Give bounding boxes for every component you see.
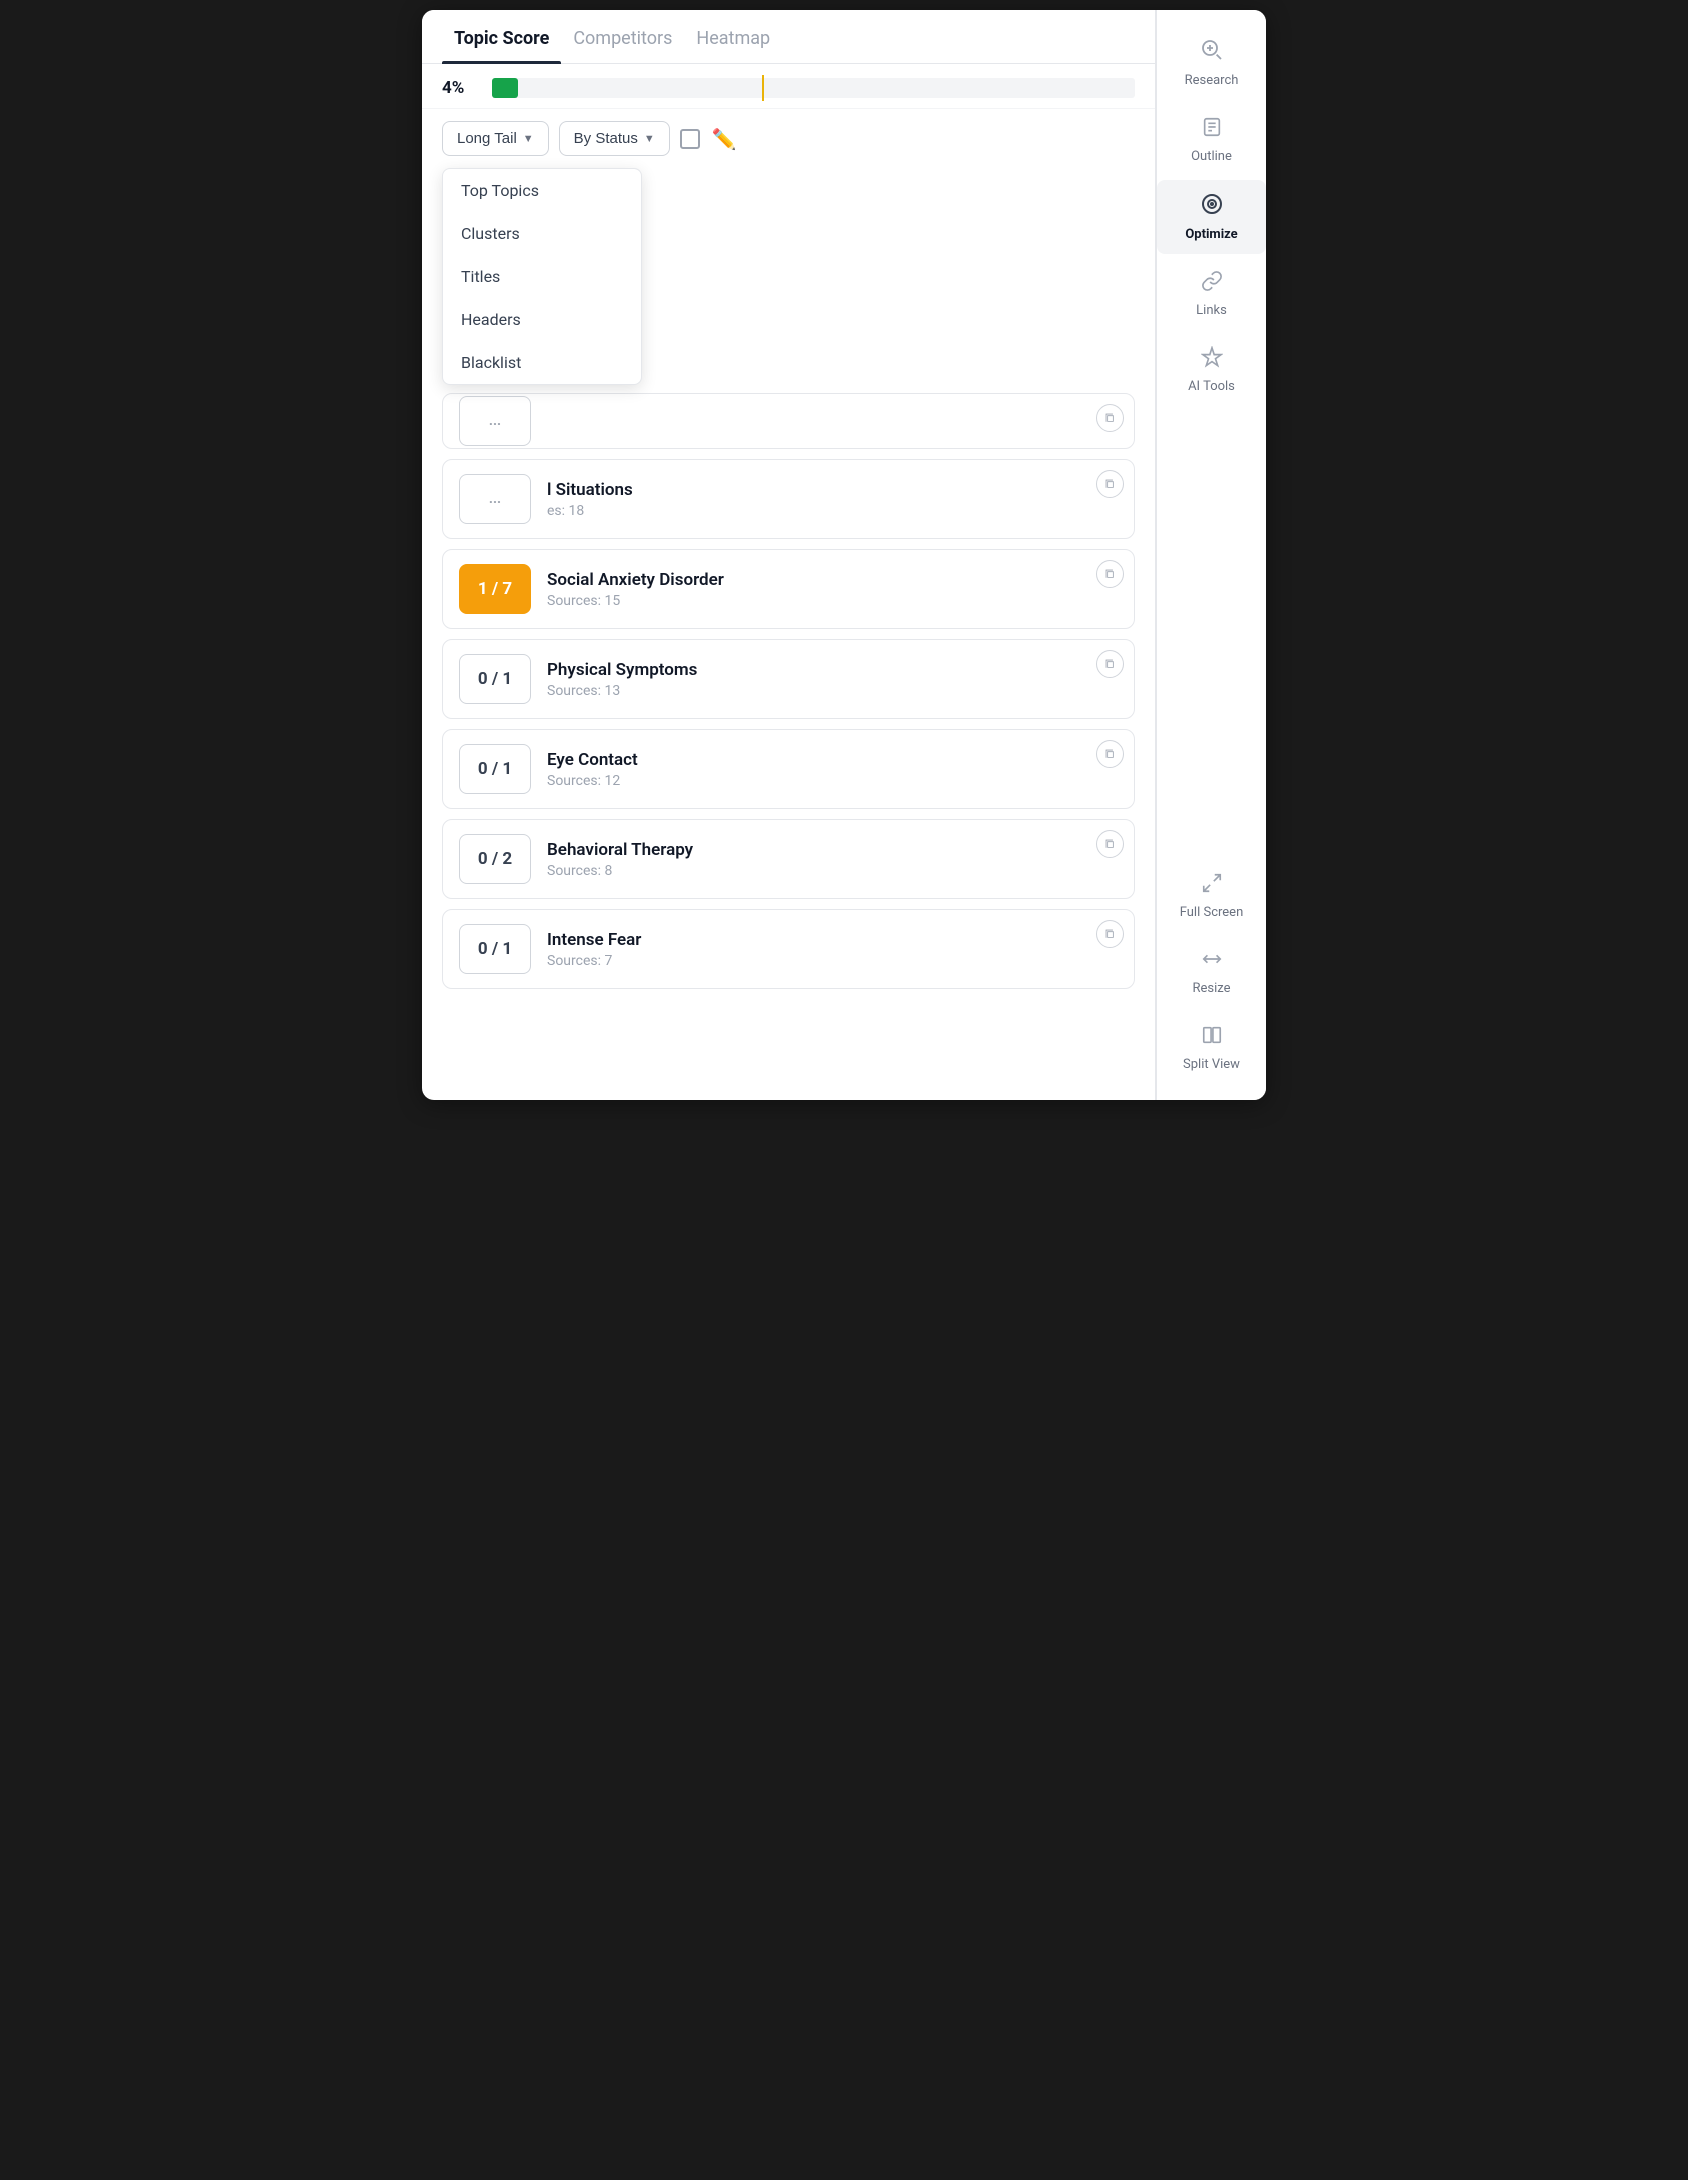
sidebar-item-full-screen[interactable]: Full Screen xyxy=(1157,860,1266,932)
score-badge: ... xyxy=(459,396,531,446)
topic-card-social-anxiety: 1 / 7 Social Anxiety Disorder Sources: 1… xyxy=(442,549,1135,629)
copy-button[interactable] xyxy=(1096,470,1124,498)
copy-button[interactable] xyxy=(1096,560,1124,588)
topic-card-physical-symptoms: 0 / 1 Physical Symptoms Sources: 13 xyxy=(442,639,1135,719)
progress-marker xyxy=(762,75,764,101)
progress-row: 4% xyxy=(442,78,1135,98)
checkbox-icon[interactable] xyxy=(680,129,700,149)
topic-sources: Sources: 12 xyxy=(547,773,1118,789)
sidebar-label-research: Research xyxy=(1185,73,1239,88)
menu-item-clusters[interactable]: Clusters xyxy=(443,212,641,255)
progress-section: 4% xyxy=(422,64,1155,109)
topic-sources: Sources: 13 xyxy=(547,683,1118,699)
research-icon xyxy=(1200,38,1224,68)
outline-icon xyxy=(1201,116,1223,144)
topic-info: Physical Symptoms Sources: 13 xyxy=(547,660,1118,699)
topic-card-behavioral-therapy: 0 / 2 Behavioral Therapy Sources: 8 xyxy=(442,819,1135,899)
topic-title: Social Anxiety Disorder xyxy=(547,570,1118,590)
topic-sources: Sources: 7 xyxy=(547,953,1118,969)
tab-competitors[interactable]: Competitors xyxy=(561,10,684,63)
topic-title: Intense Fear xyxy=(547,930,1118,950)
app-container: Topic Score Competitors Heatmap 4% Long … xyxy=(422,10,1266,1100)
topic-info: Intense Fear Sources: 7 xyxy=(547,930,1118,969)
topics-list: ... ... l Situations es: 18 xyxy=(422,385,1155,1100)
sidebar-item-links[interactable]: Links xyxy=(1157,258,1266,330)
copy-button[interactable] xyxy=(1096,404,1124,432)
optimize-icon xyxy=(1200,192,1224,222)
topic-info: l Situations es: 18 xyxy=(547,480,1118,519)
topic-card-intense-fear: 0 / 1 Intense Fear Sources: 7 xyxy=(442,909,1135,989)
topic-card-1: ... xyxy=(442,393,1135,449)
sidebar: Research Outline xyxy=(1156,10,1266,1100)
progress-bar-wrap xyxy=(492,78,1135,98)
copy-button[interactable] xyxy=(1096,830,1124,858)
score-badge-neutral: 0 / 1 xyxy=(459,924,531,974)
score-badge-neutral: 0 / 1 xyxy=(459,744,531,794)
score-badge-neutral: 0 / 1 xyxy=(459,654,531,704)
copy-button[interactable] xyxy=(1096,740,1124,768)
sidebar-item-optimize[interactable]: Optimize xyxy=(1157,180,1266,254)
chevron-down-icon: ▼ xyxy=(644,133,655,145)
menu-item-titles[interactable]: Titles xyxy=(443,255,641,298)
resize-icon xyxy=(1201,948,1223,976)
sidebar-label-resize: Resize xyxy=(1192,981,1230,996)
sidebar-label-links: Links xyxy=(1196,303,1227,318)
progress-bar-fill xyxy=(492,78,518,98)
sidebar-label-ai-tools: AI Tools xyxy=(1188,379,1235,394)
topic-sources: Sources: 8 xyxy=(547,863,1118,879)
topic-info: Behavioral Therapy Sources: 8 xyxy=(547,840,1118,879)
score-badge-neutral: 0 / 2 xyxy=(459,834,531,884)
links-icon xyxy=(1201,270,1223,298)
copy-button[interactable] xyxy=(1096,920,1124,948)
menu-item-top-topics[interactable]: Top Topics xyxy=(443,169,641,212)
topic-title: Behavioral Therapy xyxy=(547,840,1118,860)
menu-item-headers[interactable]: Headers xyxy=(443,298,641,341)
dropdown-menu: Top Topics Clusters Titles Headers Black… xyxy=(442,168,642,385)
sidebar-label-optimize: Optimize xyxy=(1185,227,1237,242)
score-badge: ... xyxy=(459,474,531,524)
chevron-down-icon: ▼ xyxy=(523,133,534,145)
topic-title: Physical Symptoms xyxy=(547,660,1118,680)
topic-title: l Situations xyxy=(547,480,1118,500)
topic-title: Eye Contact xyxy=(547,750,1118,770)
tab-heatmap[interactable]: Heatmap xyxy=(684,10,782,63)
full-screen-icon xyxy=(1201,872,1223,900)
pencil-icon[interactable]: ✏️ xyxy=(712,127,737,151)
sidebar-item-resize[interactable]: Resize xyxy=(1157,936,1266,1008)
copy-button[interactable] xyxy=(1096,650,1124,678)
long-tail-dropdown[interactable]: Long Tail ▼ xyxy=(442,121,549,156)
sidebar-item-split-view[interactable]: Split View xyxy=(1157,1012,1266,1084)
ai-tools-icon xyxy=(1201,346,1223,374)
topic-card-eye-contact: 0 / 1 Eye Contact Sources: 12 xyxy=(442,729,1135,809)
controls-row: Long Tail ▼ By Status ▼ ✏️ xyxy=(422,109,1155,168)
by-status-dropdown[interactable]: By Status ▼ xyxy=(559,121,670,156)
topic-card-2: ... l Situations es: 18 xyxy=(442,459,1135,539)
topic-info: Social Anxiety Disorder Sources: 15 xyxy=(547,570,1118,609)
sidebar-label-split-view: Split View xyxy=(1183,1057,1240,1072)
main-content: Topic Score Competitors Heatmap 4% Long … xyxy=(422,10,1156,1100)
menu-item-blacklist[interactable]: Blacklist xyxy=(443,341,641,384)
sidebar-label-outline: Outline xyxy=(1191,149,1232,164)
topic-sources: es: 18 xyxy=(547,503,1118,519)
topic-sources: Sources: 15 xyxy=(547,593,1118,609)
score-percent: 4% xyxy=(442,78,482,98)
split-view-icon xyxy=(1201,1024,1223,1052)
topic-info: Eye Contact Sources: 12 xyxy=(547,750,1118,789)
sidebar-label-full-screen: Full Screen xyxy=(1180,905,1244,920)
sidebar-item-research[interactable]: Research xyxy=(1157,26,1266,100)
score-badge-orange: 1 / 7 xyxy=(459,564,531,614)
tabs-bar: Topic Score Competitors Heatmap xyxy=(422,10,1155,64)
sidebar-item-ai-tools[interactable]: AI Tools xyxy=(1157,334,1266,406)
tab-topic-score[interactable]: Topic Score xyxy=(442,10,561,63)
sidebar-item-outline[interactable]: Outline xyxy=(1157,104,1266,176)
